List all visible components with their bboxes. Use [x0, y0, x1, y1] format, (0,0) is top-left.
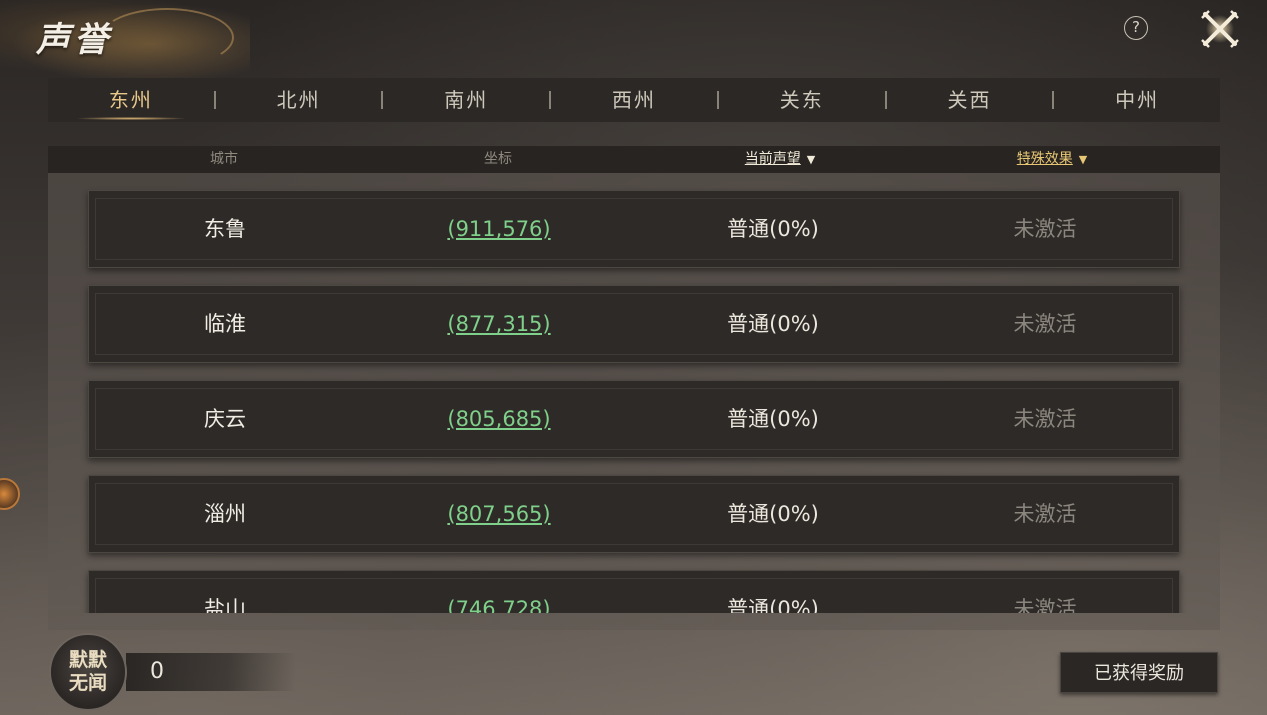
column-header-coord: 坐标 [484, 151, 512, 167]
effect-status: 未激活 [1013, 597, 1077, 613]
list-item: 淄州 (807,565) 普通(0%) 未激活 [88, 475, 1180, 553]
close-icon[interactable] [1197, 8, 1243, 50]
sort-by-reputation-button[interactable]: 当前声望 ▼ [745, 146, 815, 173]
claimed-rewards-button[interactable]: 已获得奖励 [1060, 652, 1218, 693]
region-tab-bar: 东州 北州 南州 西州 关东 关西 中州 [48, 78, 1220, 122]
page-title: 声誉 [36, 20, 112, 60]
reputation-points: 0 [150, 659, 164, 684]
reputation-value: 普通(0%) [727, 407, 819, 431]
sort-down-icon: ▼ [806, 153, 816, 166]
list-header: 城市 坐标 当前声望 ▼ 特殊效果 ▼ [48, 146, 1220, 173]
sort-down-icon: ▼ [1078, 153, 1088, 166]
tab-beizhou[interactable]: 北州 [216, 78, 382, 122]
reputation-value: 普通(0%) [727, 502, 819, 526]
column-header-effect: 特殊效果 [1016, 151, 1073, 167]
tab-nanzhou[interactable]: 南州 [383, 78, 549, 122]
effect-status: 未激活 [1013, 312, 1077, 336]
effect-status: 未激活 [1013, 502, 1077, 526]
tab-dongzhou[interactable]: 东州 [48, 78, 214, 122]
coord-link[interactable]: (807,565) [447, 476, 550, 552]
effect-status: 未激活 [1013, 407, 1077, 431]
list-item: 临淮 (877,315) 普通(0%) 未激活 [88, 285, 1180, 363]
cloud-swirl-decoration [100, 8, 234, 67]
reputation-value: 普通(0%) [727, 217, 819, 241]
column-header-city: 城市 [210, 151, 238, 167]
tab-guanxi[interactable]: 关西 [887, 78, 1053, 122]
coord-link[interactable]: (805,685) [447, 381, 550, 457]
reputation-status-emblem: 默默无闻 [49, 633, 127, 711]
coord-link[interactable]: (911,576) [447, 191, 550, 267]
side-orb-icon[interactable] [0, 478, 20, 510]
list-item: 庆云 (805,685) 普通(0%) 未激活 [88, 380, 1180, 458]
list-item: 盐山 (746,728) 普通(0%) 未激活 [88, 570, 1180, 613]
tab-guandong[interactable]: 关东 [719, 78, 885, 122]
city-name: 临淮 [204, 312, 246, 336]
city-rows: 东鲁 (911,576) 普通(0%) 未激活 临淮 (877,315) 普通(… [48, 173, 1220, 613]
city-name: 盐山 [204, 597, 246, 613]
tab-xizhou[interactable]: 西州 [551, 78, 717, 122]
city-name: 东鲁 [204, 217, 246, 241]
city-name: 淄州 [204, 502, 246, 526]
help-icon[interactable]: ? [1124, 16, 1148, 40]
reputation-value: 普通(0%) [727, 312, 819, 336]
list-item: 东鲁 (911,576) 普通(0%) 未激活 [88, 190, 1180, 268]
city-list-panel: 城市 坐标 当前声望 ▼ 特殊效果 ▼ 东鲁 (911,576) 普通(0%) 未激… [48, 146, 1220, 630]
effect-status: 未激活 [1013, 217, 1077, 241]
city-name: 庆云 [204, 407, 246, 431]
sort-by-effect-button[interactable]: 特殊效果 ▼ [1017, 146, 1087, 173]
column-header-reputation: 当前声望 [744, 151, 801, 167]
reputation-value: 普通(0%) [727, 597, 819, 613]
reputation-status-title: 默默无闻 [68, 649, 107, 694]
coord-link[interactable]: (746,728) [447, 571, 550, 613]
coord-link[interactable]: (877,315) [447, 286, 550, 362]
tab-zhongzhou[interactable]: 中州 [1054, 78, 1220, 122]
